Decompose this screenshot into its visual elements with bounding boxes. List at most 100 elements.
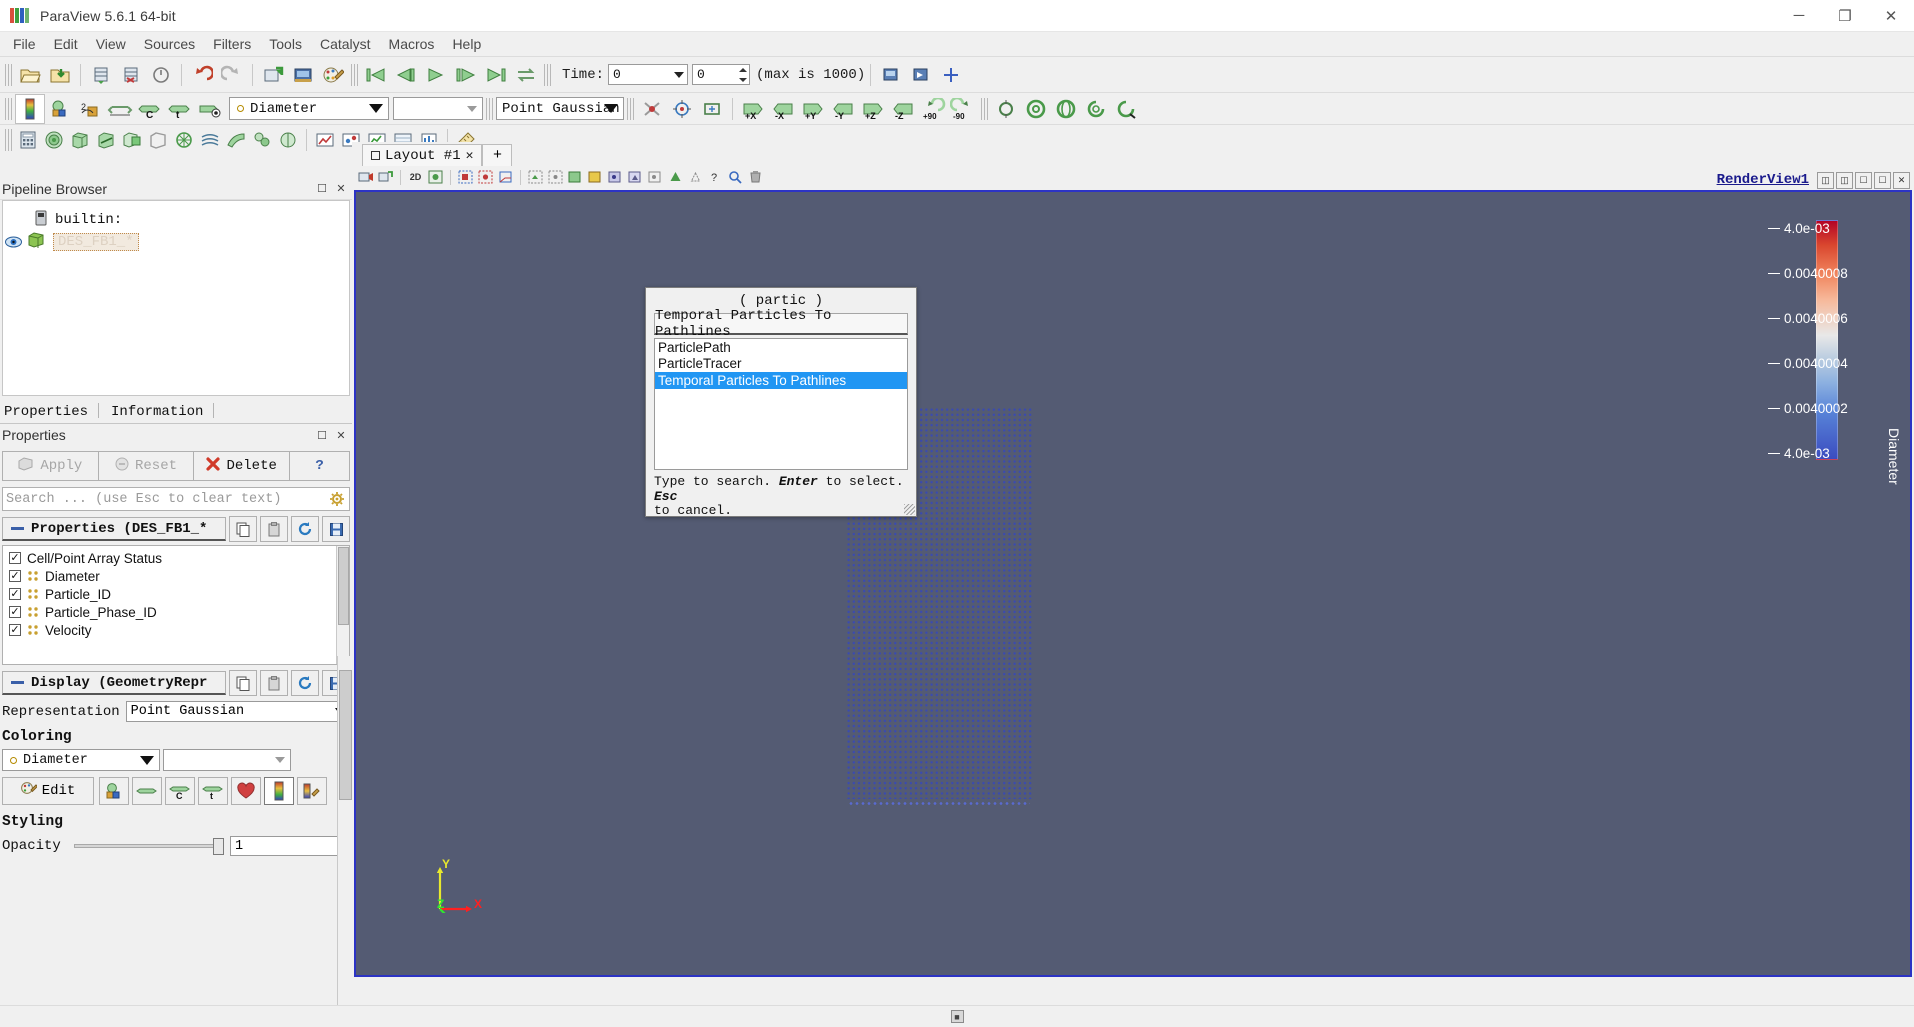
choose-preset-icon[interactable] (231, 777, 261, 805)
pipeline-item-builtin[interactable]: builtin: (3, 209, 349, 231)
previous-frame-icon[interactable] (391, 60, 421, 90)
time-value-combo[interactable]: 0 (608, 64, 689, 85)
edit-color-map-button[interactable]: Edit (2, 777, 94, 805)
tab-information[interactable]: Information (109, 401, 224, 423)
pipeline-item-des-fb1[interactable]: DES_FB1_* (3, 231, 349, 253)
slice-icon[interactable] (93, 127, 119, 153)
paste-icon[interactable] (260, 516, 288, 542)
filters-toolbar-grip[interactable] (5, 129, 12, 151)
opacity-slider-knob[interactable] (213, 837, 224, 855)
color-legend-icon[interactable] (15, 93, 45, 124)
opacity-value-input[interactable]: 1 (230, 836, 350, 856)
cell-point-array-status-list[interactable]: ✓ Cell/Point Array Status ✓ Diameter ✓ P… (2, 545, 350, 665)
close-button[interactable]: ✕ (1868, 0, 1914, 32)
quick-launch-results-list[interactable]: ParticlePath ParticleTracer Temporal Par… (654, 338, 908, 470)
array-list-scrollbar[interactable] (336, 546, 349, 664)
undock-icon[interactable]: ☐ (1874, 171, 1891, 189)
array-group-checkbox[interactable]: ✓ (9, 552, 21, 564)
display-section-bar[interactable]: Display (GeometryRepr (2, 671, 226, 695)
quick-launch-item-particlepath[interactable]: ParticlePath (655, 339, 907, 356)
menu-edit[interactable]: Edit (45, 34, 87, 54)
orientation-axes-widget[interactable]: Y X Z (434, 857, 490, 917)
frame-index-spinner[interactable]: 0 (692, 64, 751, 85)
undock-icon[interactable]: ☐ (314, 181, 330, 197)
quick-launch-search-field[interactable]: Temporal Particles To Pathlines (654, 308, 908, 340)
quick-launch-item-particletracer[interactable]: ParticleTracer (655, 356, 907, 373)
rescale-range-icon[interactable] (99, 777, 129, 805)
extract-level-icon[interactable] (275, 127, 301, 153)
menu-view[interactable]: View (87, 34, 135, 54)
loop-icon[interactable] (511, 60, 541, 90)
show-center-icon[interactable] (637, 94, 667, 124)
interaction-mode-2d-button[interactable]: 2D (406, 168, 425, 187)
representation-combo[interactable]: Point Gaussian (496, 97, 624, 120)
quick-launch-item-temporal-particles-to-pathlines[interactable]: Temporal Particles To Pathlines (655, 372, 907, 389)
array-row-particle-id[interactable]: ✓ Particle_ID (3, 585, 349, 603)
adjust-camera-icon[interactable] (356, 168, 375, 187)
select-block-icon[interactable] (566, 168, 585, 187)
sphere-3-icon[interactable] (1081, 94, 1111, 124)
maximize-icon[interactable]: ☐ (1855, 171, 1872, 189)
next-frame-icon[interactable] (451, 60, 481, 90)
plus-x-icon[interactable]: +X (738, 94, 768, 124)
connect-server-icon[interactable] (86, 60, 116, 90)
select-surface-cells-icon[interactable] (526, 168, 545, 187)
menu-file[interactable]: File (4, 34, 45, 54)
properties-scrollbar[interactable] (337, 656, 352, 1005)
clip-icon[interactable] (67, 127, 93, 153)
interactive-select-cells-icon[interactable] (586, 168, 605, 187)
properties-search-input[interactable]: Search ... (use Esc to clear text) (2, 487, 350, 511)
array-checkbox[interactable]: ✓ (9, 624, 21, 636)
color-legend-icon[interactable] (264, 777, 294, 805)
apply-button[interactable]: Apply (2, 451, 99, 481)
toolbar-grip[interactable] (5, 63, 12, 86)
select-center-icon[interactable] (991, 94, 1021, 124)
menu-help[interactable]: Help (443, 34, 490, 54)
array-checkbox[interactable]: ✓ (9, 588, 21, 600)
time-toolbar-grip[interactable] (544, 63, 551, 86)
sphere-2-icon[interactable] (1051, 94, 1081, 124)
save-state-icon[interactable] (45, 60, 75, 90)
menu-tools[interactable]: Tools (260, 34, 311, 54)
group-datasets-icon[interactable] (249, 127, 275, 153)
close-icon[interactable]: ✕ (333, 427, 349, 443)
camera-undo-icon[interactable] (376, 168, 395, 187)
rescale-temporal-icon[interactable]: t (165, 94, 195, 124)
close-icon[interactable]: ✕ (333, 181, 349, 197)
disconnect-server-icon[interactable] (116, 60, 146, 90)
reset-button[interactable]: Reset (98, 451, 195, 481)
maximize-button[interactable]: ❐ (1822, 0, 1868, 32)
array-row-diameter[interactable]: ✓ Diameter (3, 567, 349, 585)
rotate-90-ccw-icon[interactable]: +90 (918, 94, 948, 124)
color-toolbar-grip[interactable] (5, 97, 12, 120)
open-file-icon[interactable] (15, 60, 45, 90)
array-group-row[interactable]: ✓ Cell/Point Array Status (3, 549, 349, 567)
minus-z-icon[interactable]: -Z (888, 94, 918, 124)
plus-y-icon[interactable]: +Y (798, 94, 828, 124)
rescale-data-range-icon[interactable] (45, 94, 75, 124)
menu-catalyst[interactable]: Catalyst (311, 34, 380, 54)
warp-icon[interactable] (223, 127, 249, 153)
stream-tracer-icon[interactable] (197, 127, 223, 153)
select-cells-icon[interactable] (456, 168, 475, 187)
add-layout-tab[interactable]: + (482, 144, 513, 166)
rescale-visible-eye-icon[interactable] (195, 94, 225, 124)
query-icon[interactable]: ? (706, 168, 725, 187)
camera-undo-icon[interactable] (258, 60, 288, 90)
split-vertical-icon[interactable]: ◫ (1836, 171, 1853, 189)
close-icon[interactable]: ✕ (466, 148, 474, 163)
find-data-icon[interactable] (726, 168, 745, 187)
save-animation-icon[interactable] (906, 60, 936, 90)
contour-icon[interactable] (41, 127, 67, 153)
interactive-select-points-icon[interactable] (606, 168, 625, 187)
sphere-icon[interactable] (1021, 94, 1051, 124)
save-data-icon[interactable] (876, 60, 906, 90)
last-frame-icon[interactable] (481, 60, 511, 90)
collapse-icon[interactable] (11, 527, 24, 530)
rescale-visible-icon[interactable] (105, 94, 135, 124)
rescale-over-time-icon[interactable]: C (165, 777, 195, 805)
spinner-up-icon[interactable] (738, 66, 747, 73)
calculator-icon[interactable] (15, 127, 41, 153)
redo-icon[interactable] (217, 60, 247, 90)
glyph-icon[interactable] (171, 127, 197, 153)
